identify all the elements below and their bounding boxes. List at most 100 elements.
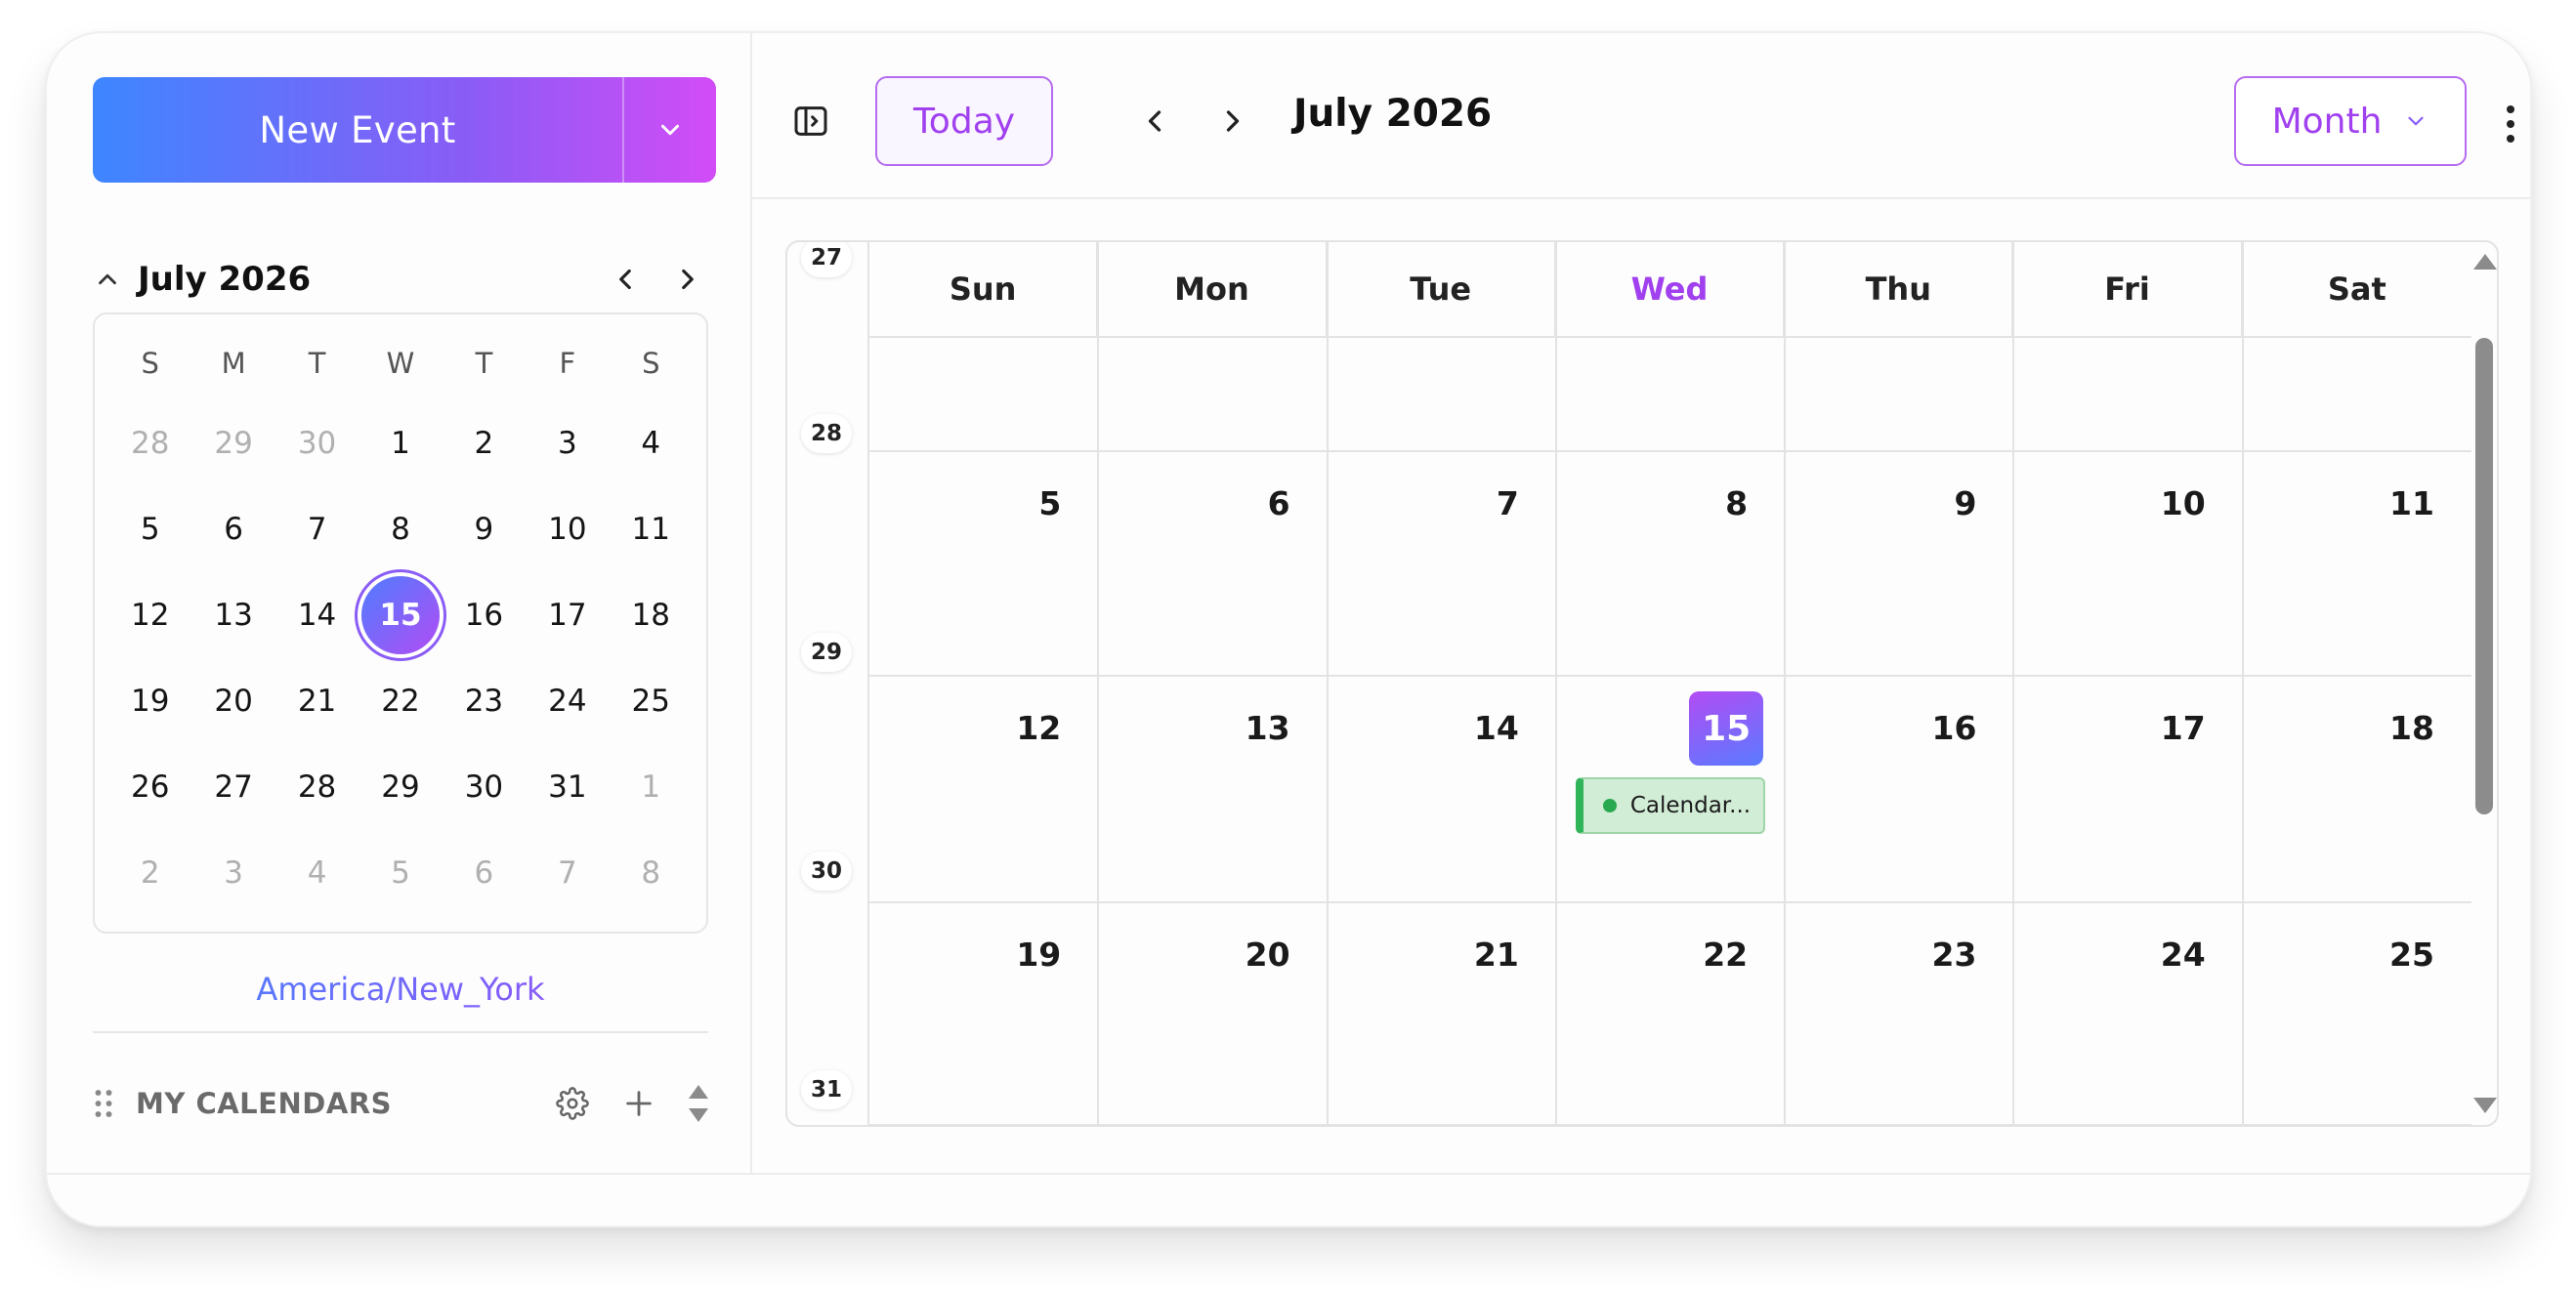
- scroll-up-arrow-icon[interactable]: [2473, 254, 2497, 270]
- view-selector[interactable]: Month: [2234, 76, 2467, 166]
- day-cell[interactable]: 16: [1785, 676, 2013, 902]
- chevron-down-icon: [2408, 116, 2425, 126]
- day-cell[interactable]: 11: [2243, 451, 2471, 676]
- mini-day-cell[interactable]: 30: [443, 744, 526, 830]
- mini-day-cell[interactable]: 7: [275, 486, 359, 572]
- mini-day-cell[interactable]: 12: [108, 572, 191, 658]
- today-button[interactable]: Today: [875, 76, 1053, 166]
- day-cell[interactable]: 24: [2013, 902, 2242, 1125]
- day-cell[interactable]: [1328, 338, 1556, 451]
- day-cell[interactable]: 18: [2243, 676, 2471, 902]
- mini-day-cell[interactable]: 15: [359, 572, 442, 658]
- day-number: 12: [1016, 709, 1062, 747]
- mini-day-cell[interactable]: 6: [443, 830, 526, 916]
- mini-day-cell[interactable]: 28: [275, 744, 359, 830]
- day-cell[interactable]: 13: [1098, 676, 1327, 902]
- vertical-scrollbar[interactable]: [2468, 242, 2497, 1125]
- mini-day-cell[interactable]: 1: [359, 400, 442, 486]
- mini-day-cell[interactable]: 29: [359, 744, 442, 830]
- mini-day-cell[interactable]: 18: [610, 572, 693, 658]
- day-cell[interactable]: 10: [2013, 451, 2242, 676]
- day-cell[interactable]: 12: [869, 676, 1098, 902]
- day-cell[interactable]: 23: [1785, 902, 2013, 1125]
- mini-day-cell[interactable]: 10: [526, 486, 609, 572]
- scroll-down-arrow-icon[interactable]: [2473, 1098, 2497, 1113]
- day-cell[interactable]: [869, 338, 1098, 451]
- mini-day-cell[interactable]: 19: [108, 658, 191, 744]
- day-cell[interactable]: 9: [1785, 451, 2013, 676]
- mini-day-cell[interactable]: 20: [191, 658, 274, 744]
- mini-day-cell[interactable]: 5: [108, 486, 191, 572]
- mini-day-cell[interactable]: 1: [610, 744, 693, 830]
- mini-day-cell[interactable]: 11: [610, 486, 693, 572]
- mini-day-cell[interactable]: 8: [359, 486, 442, 572]
- day-cell[interactable]: 25: [2243, 902, 2471, 1125]
- more-vertical-icon[interactable]: [2507, 105, 2514, 143]
- day-cell[interactable]: 6: [1098, 451, 1327, 676]
- day-cell[interactable]: [1556, 338, 1785, 451]
- weekday-header-row: Sun Mon Tue Wed Thu Fri Sat: [869, 242, 2471, 338]
- day-cell[interactable]: [2013, 338, 2242, 451]
- new-event-button[interactable]: New Event: [93, 77, 622, 183]
- day-cell[interactable]: 5: [869, 451, 1098, 676]
- day-cell[interactable]: 8: [1556, 451, 1785, 676]
- day-cell[interactable]: [1785, 338, 2013, 451]
- mini-day-cell[interactable]: 24: [526, 658, 609, 744]
- event-chip[interactable]: Calendar...: [1575, 777, 1766, 834]
- mini-day-cell[interactable]: 3: [526, 400, 609, 486]
- day-cell[interactable]: [2243, 338, 2471, 451]
- mini-day-cell[interactable]: 14: [275, 572, 359, 658]
- day-number: 21: [1473, 936, 1519, 974]
- reorder-arrows[interactable]: [689, 1085, 708, 1122]
- toggle-sidebar-button[interactable]: [791, 102, 830, 145]
- mini-day-cell[interactable]: 6: [191, 486, 274, 572]
- mini-day-cell[interactable]: 9: [443, 486, 526, 572]
- mini-day-cell[interactable]: 31: [526, 744, 609, 830]
- weekday-header-mon: Mon: [1098, 242, 1328, 336]
- mini-day-cell[interactable]: 8: [610, 830, 693, 916]
- prev-month-button[interactable]: [1137, 104, 1172, 143]
- mini-day-cell[interactable]: 26: [108, 744, 191, 830]
- day-cell[interactable]: 7: [1328, 451, 1556, 676]
- new-event-options-button[interactable]: [622, 77, 716, 183]
- day-cell[interactable]: 17: [2013, 676, 2242, 902]
- mini-day-cell[interactable]: 28: [108, 400, 191, 486]
- mini-day-cell[interactable]: 27: [191, 744, 274, 830]
- add-calendar-button[interactable]: [622, 1087, 655, 1120]
- day-cell[interactable]: 19: [869, 902, 1098, 1125]
- mini-day-cell[interactable]: 25: [610, 658, 693, 744]
- calendar-settings-button[interactable]: [556, 1087, 589, 1120]
- mini-day-cell[interactable]: 7: [526, 830, 609, 916]
- day-number: 6: [1267, 484, 1290, 522]
- mini-day-cell[interactable]: 13: [191, 572, 274, 658]
- day-cell[interactable]: 14: [1328, 676, 1556, 902]
- day-cell[interactable]: [1098, 338, 1327, 451]
- sidebar-toggle-icon: [794, 106, 827, 136]
- mini-day-cell[interactable]: 2: [108, 830, 191, 916]
- collapse-mini-calendar-button[interactable]: [93, 265, 122, 294]
- mini-day-cell[interactable]: 16: [443, 572, 526, 658]
- mini-day-cell[interactable]: 2: [443, 400, 526, 486]
- day-cell[interactable]: 20: [1098, 902, 1327, 1125]
- mini-day-cell[interactable]: 23: [443, 658, 526, 744]
- mini-day-cell[interactable]: 3: [191, 830, 274, 916]
- mini-day-cell[interactable]: 22: [359, 658, 442, 744]
- mini-prev-month-button[interactable]: [609, 263, 642, 296]
- mini-day-cell[interactable]: 4: [275, 830, 359, 916]
- mini-weekday-row: S M T W T F S: [95, 314, 706, 412]
- day-cell[interactable]: 22: [1556, 902, 1785, 1125]
- mini-day-cell[interactable]: 4: [610, 400, 693, 486]
- mini-day-cell[interactable]: 30: [275, 400, 359, 486]
- mini-next-month-button[interactable]: [671, 263, 704, 296]
- mini-day-cell[interactable]: 5: [359, 830, 442, 916]
- drag-handle-icon[interactable]: [93, 1087, 114, 1120]
- next-month-button[interactable]: [1215, 104, 1250, 143]
- scrollbar-thumb[interactable]: [2475, 338, 2493, 814]
- mini-day-cell[interactable]: 29: [191, 400, 274, 486]
- mini-day-cell[interactable]: 21: [275, 658, 359, 744]
- timezone-link[interactable]: America/New_York: [93, 971, 708, 1008]
- day-number: 7: [1496, 484, 1519, 522]
- mini-day-cell[interactable]: 17: [526, 572, 609, 658]
- day-cell[interactable]: 21: [1328, 902, 1556, 1125]
- day-cell[interactable]: 15 Calendar...: [1556, 676, 1785, 902]
